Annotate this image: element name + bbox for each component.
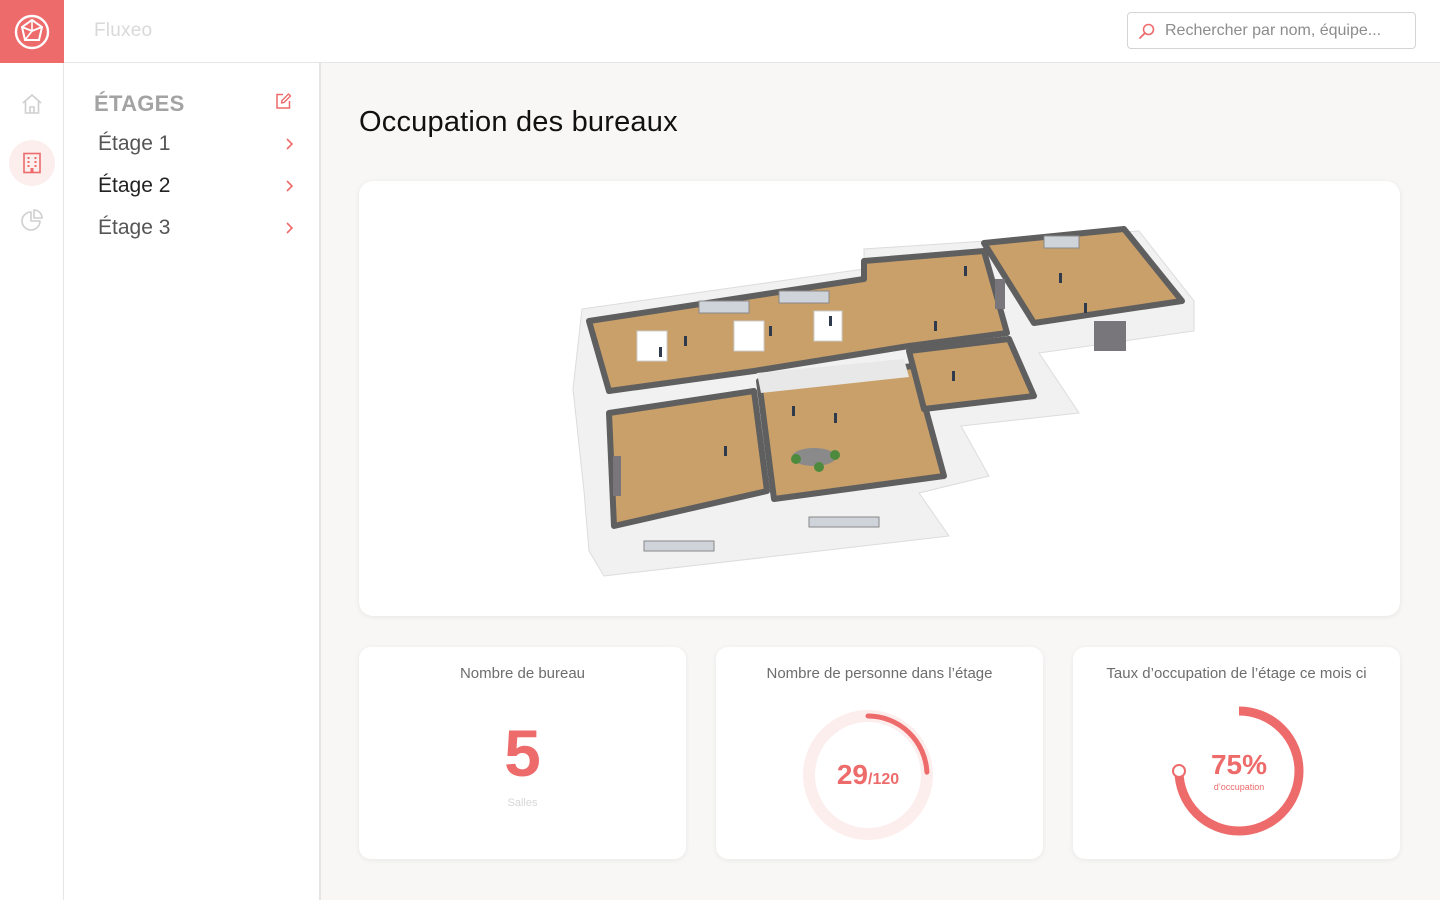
offices-count: 5 (504, 716, 541, 790)
offices-stat-title: Nombre de bureau (459, 665, 586, 682)
occupancy-ring-center: 75% d’occupation (1172, 704, 1306, 838)
home-icon (22, 94, 42, 114)
edit-icon (276, 93, 292, 109)
occupancy-value: 75% (1210, 748, 1268, 780)
people-total: /120 (868, 771, 900, 788)
floor-item-1[interactable]: Étage 1 (98, 127, 294, 161)
people-ring-center: 29/120 (801, 708, 935, 842)
floor-plan-card[interactable] (359, 181, 1400, 616)
logo-icon (14, 14, 50, 49)
people-stat-title: Nombre de personne dans l’étage (766, 665, 993, 682)
chevron-right-icon (286, 222, 294, 234)
floor-item-2[interactable]: Étage 2 (98, 169, 294, 203)
icon-rail (0, 63, 64, 900)
rail-building[interactable] (9, 140, 55, 186)
chevron-right-icon (286, 138, 294, 150)
rail-home[interactable] (9, 81, 55, 127)
search-box[interactable] (1127, 12, 1416, 49)
floor-item-label: Étage 2 (98, 174, 171, 197)
building-icon (23, 152, 41, 174)
floors-panel: ÉTAGES Étage 1 Étage 2 Étage 3 (64, 63, 321, 900)
search-icon (1139, 23, 1155, 39)
occupancy-stat-card: Taux d’occupation de l’étage ce mois ci … (1073, 647, 1400, 859)
offices-caption: Salles (507, 797, 538, 809)
rail-stats[interactable] (9, 197, 55, 243)
search-input[interactable] (1165, 21, 1405, 40)
app-title: Fluxeo (94, 20, 153, 41)
floor-item-label: Étage 1 (98, 132, 171, 155)
floors-title: ÉTAGES (94, 91, 185, 116)
edit-floors-button[interactable] (274, 92, 294, 112)
chevron-right-icon (286, 180, 294, 192)
floor-plan-image (572, 226, 1195, 577)
top-bar: Fluxeo (0, 0, 1440, 63)
app-logo[interactable] (0, 0, 64, 63)
offices-stat-card: Nombre de bureau 5 Salles (359, 647, 686, 859)
pie-chart-icon (21, 209, 43, 231)
people-stat-card: Nombre de personne dans l’étage 29/120 (716, 647, 1043, 859)
occupancy-stat-title: Taux d’occupation de l’étage ce mois ci (1106, 665, 1367, 682)
people-count: 29 (836, 759, 868, 790)
occupancy-caption: d’occupation (1213, 781, 1265, 792)
floor-item-3[interactable]: Étage 3 (98, 211, 294, 245)
floor-item-label: Étage 3 (98, 216, 171, 239)
page-title: Occupation des bureaux (359, 106, 678, 138)
